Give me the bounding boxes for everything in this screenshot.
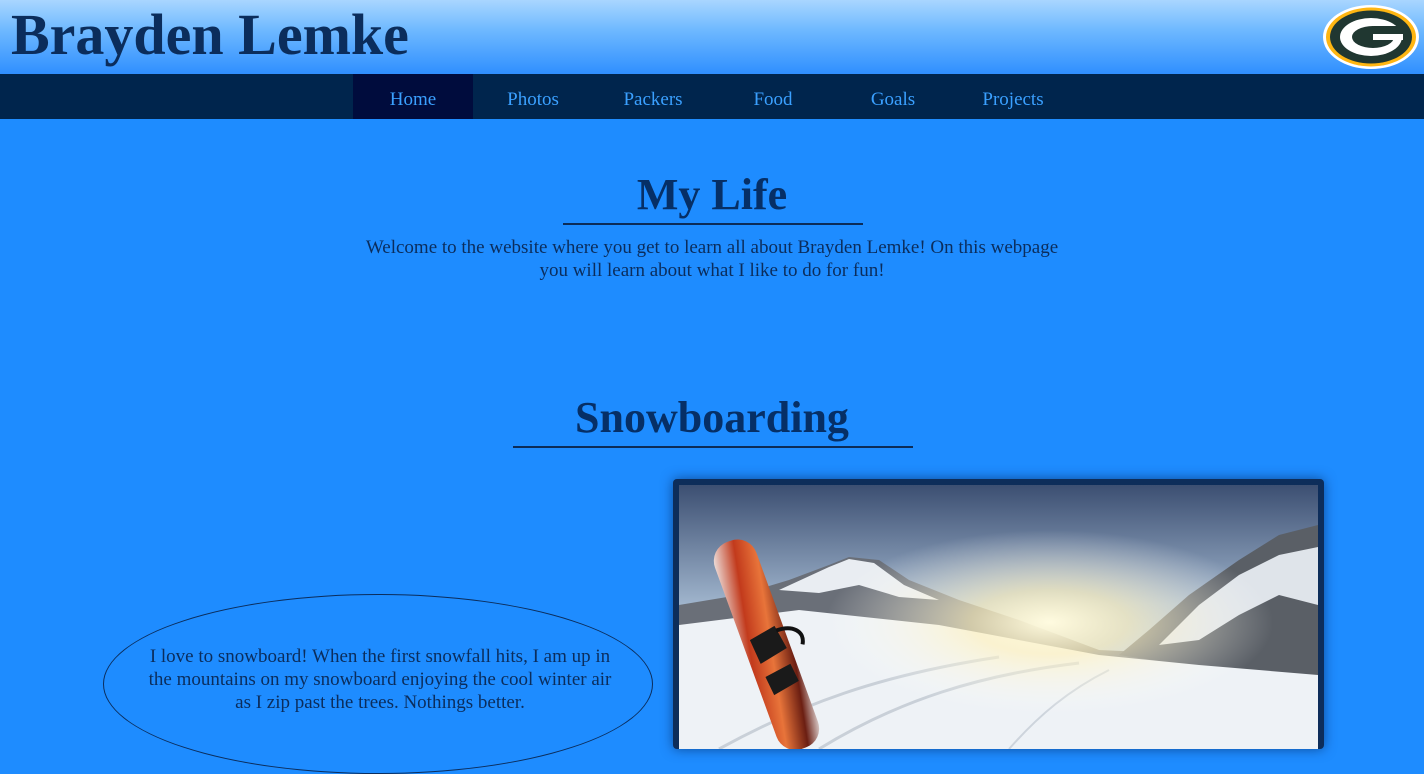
main-nav: Home Photos Packers Food Goals Projects <box>0 74 1424 119</box>
snowboarding-underline <box>513 446 913 448</box>
nav-item-food[interactable]: Food <box>713 74 833 119</box>
snowboarding-photo-frame <box>673 479 1324 749</box>
packers-g-logo-icon <box>1323 5 1419 69</box>
my-life-underline <box>563 223 863 225</box>
snowboarding-description: I love to snowboard! When the first snow… <box>148 646 612 713</box>
nav-menu: Home Photos Packers Food Goals Projects <box>353 74 1073 119</box>
nav-item-goals[interactable]: Goals <box>833 74 953 119</box>
snowboard-mountain-photo <box>679 485 1318 749</box>
nav-item-photos[interactable]: Photos <box>473 74 593 119</box>
nav-item-projects[interactable]: Projects <box>953 74 1073 119</box>
site-title: Brayden Lemke <box>11 2 409 67</box>
nav-item-packers[interactable]: Packers <box>593 74 713 119</box>
my-life-intro-text: Welcome to the website where you get to … <box>365 237 1059 281</box>
my-life-heading: My Life <box>636 170 788 219</box>
site-header: Brayden Lemke <box>0 0 1424 74</box>
snowboarding-heading: Snowboarding <box>575 393 849 442</box>
nav-item-home[interactable]: Home <box>353 74 473 119</box>
